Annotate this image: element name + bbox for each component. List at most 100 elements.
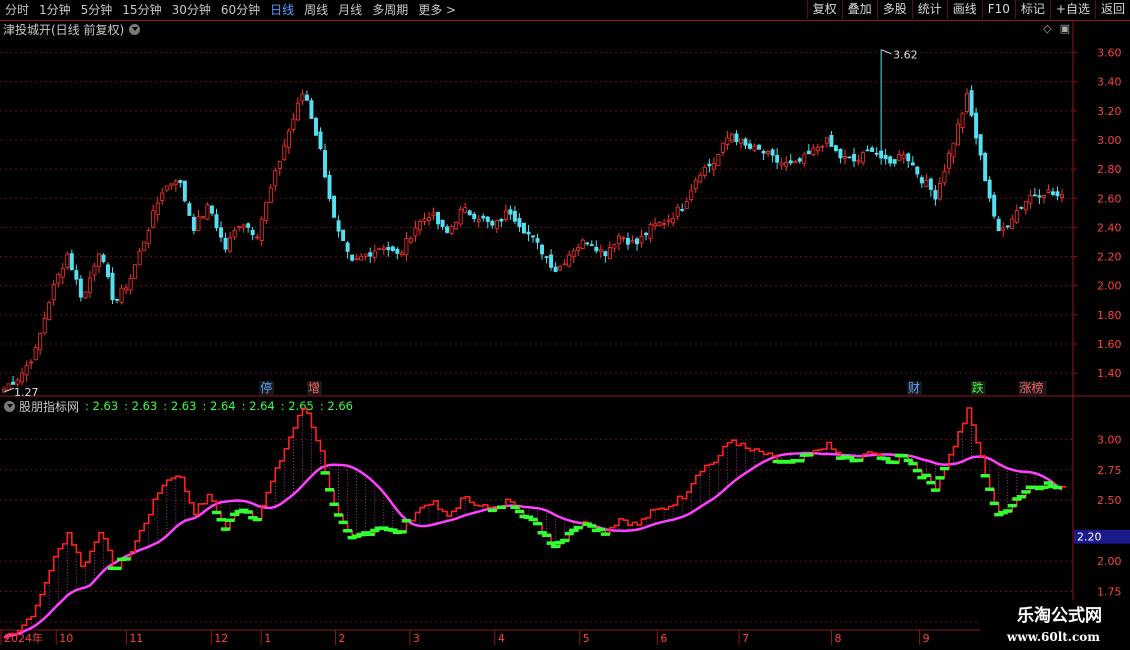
candle-body bbox=[6, 383, 11, 391]
candle-body bbox=[644, 232, 649, 236]
indicator-axis-label: 1.75 bbox=[1097, 585, 1122, 598]
candle-body bbox=[942, 171, 947, 184]
candle-body bbox=[481, 215, 486, 219]
time-axis-label: 6 bbox=[660, 632, 667, 645]
candle-body bbox=[698, 174, 703, 183]
candle-body bbox=[811, 147, 816, 155]
candle-body bbox=[865, 149, 870, 152]
candle-body bbox=[237, 226, 242, 229]
candle-body bbox=[951, 142, 956, 158]
candle-body bbox=[788, 160, 793, 164]
candle-body bbox=[716, 154, 721, 167]
candle-body bbox=[101, 254, 106, 262]
price-axis-label: 2.60 bbox=[1097, 192, 1122, 205]
candle-body bbox=[960, 112, 965, 128]
candle-body bbox=[870, 147, 875, 152]
candle-body bbox=[295, 102, 300, 121]
time-axis-label: 3 bbox=[413, 632, 420, 645]
candle-body bbox=[571, 250, 576, 257]
candle-body bbox=[178, 180, 183, 183]
price-axis-label: 3.20 bbox=[1097, 105, 1122, 118]
candle-body bbox=[567, 254, 572, 267]
candle-body bbox=[128, 277, 133, 291]
candle-body bbox=[589, 244, 594, 246]
candle-body bbox=[1041, 195, 1046, 198]
indicator-axis-label: 2.75 bbox=[1097, 464, 1122, 477]
candle-body bbox=[445, 226, 450, 233]
candle-body bbox=[883, 154, 888, 160]
candle-body bbox=[802, 153, 807, 164]
price-axis-label: 2.00 bbox=[1097, 280, 1122, 293]
candle-body bbox=[463, 207, 468, 213]
candle-body bbox=[33, 347, 38, 361]
candle-body bbox=[169, 183, 174, 186]
candle-body bbox=[345, 242, 350, 252]
candle-body bbox=[797, 158, 802, 162]
candle-body bbox=[612, 244, 617, 249]
candle-body bbox=[377, 247, 382, 250]
candle-body bbox=[241, 224, 246, 228]
price-axis-label: 2.20 bbox=[1097, 251, 1122, 264]
candle-body bbox=[861, 152, 866, 164]
candle-body bbox=[820, 145, 825, 148]
candle-body bbox=[1055, 191, 1060, 197]
candle-body bbox=[124, 287, 129, 291]
time-axis-label: 9 bbox=[923, 632, 930, 645]
candle-body bbox=[286, 130, 291, 148]
kline-chart[interactable]: 3.60 3.40 3.20 3.00 2.80 2.60 2.40 2.20 2.00 1.80… bbox=[0, 0, 1130, 650]
candle-body bbox=[318, 131, 323, 149]
candle-body bbox=[291, 118, 296, 131]
candle-body bbox=[766, 151, 771, 154]
price-axis-label: 3.60 bbox=[1097, 47, 1122, 60]
candle-body bbox=[892, 159, 897, 164]
time-axis-label: 12 bbox=[214, 632, 228, 645]
candle-body bbox=[648, 224, 653, 239]
event-marker: 涨榜 bbox=[1020, 380, 1044, 395]
candle-body bbox=[56, 274, 61, 284]
candle-body bbox=[983, 152, 988, 182]
candle-body bbox=[630, 240, 635, 243]
candle-body bbox=[702, 166, 707, 176]
candle-body bbox=[83, 291, 88, 299]
candle-body bbox=[508, 209, 513, 215]
price-axis-label: 3.00 bbox=[1097, 134, 1122, 147]
candle-body bbox=[268, 187, 273, 203]
candle-body bbox=[553, 266, 558, 272]
candle-body bbox=[363, 253, 368, 257]
candle-body bbox=[915, 166, 920, 175]
candle-body bbox=[711, 163, 716, 170]
candle-body bbox=[531, 235, 535, 238]
candle-body bbox=[693, 179, 698, 189]
candle-body bbox=[603, 251, 608, 257]
candle-body bbox=[449, 226, 454, 234]
candle-body bbox=[200, 216, 205, 219]
candle-body bbox=[223, 237, 228, 250]
time-axis-label: 5 bbox=[583, 632, 590, 645]
candle-body bbox=[1005, 225, 1010, 228]
high-label: 3.62 bbox=[893, 49, 918, 62]
indicator-axis-label: 2.00 bbox=[1097, 555, 1122, 568]
candle-body bbox=[503, 210, 508, 220]
candle-body bbox=[214, 214, 219, 229]
candle-body bbox=[707, 163, 712, 167]
candle-body bbox=[336, 220, 341, 232]
candle-body bbox=[829, 134, 834, 147]
watermark-title: 乐淘公式网 bbox=[1017, 606, 1102, 626]
candle-body bbox=[743, 138, 748, 146]
low-label: 1.27 bbox=[14, 386, 39, 399]
candle-body bbox=[173, 180, 178, 186]
candle-body bbox=[662, 223, 667, 226]
candle-body bbox=[847, 156, 852, 159]
candle-body bbox=[594, 246, 599, 252]
candle-body bbox=[164, 185, 169, 191]
candle-body bbox=[833, 145, 838, 152]
candle-body bbox=[928, 178, 933, 190]
candle-body bbox=[458, 208, 463, 225]
candle-body bbox=[29, 361, 34, 364]
candle-body bbox=[1028, 194, 1033, 204]
candle-body bbox=[607, 247, 612, 260]
candle-body bbox=[879, 150, 884, 159]
candle-body bbox=[60, 267, 65, 278]
candle-body bbox=[824, 137, 829, 144]
candle-body bbox=[354, 257, 359, 261]
